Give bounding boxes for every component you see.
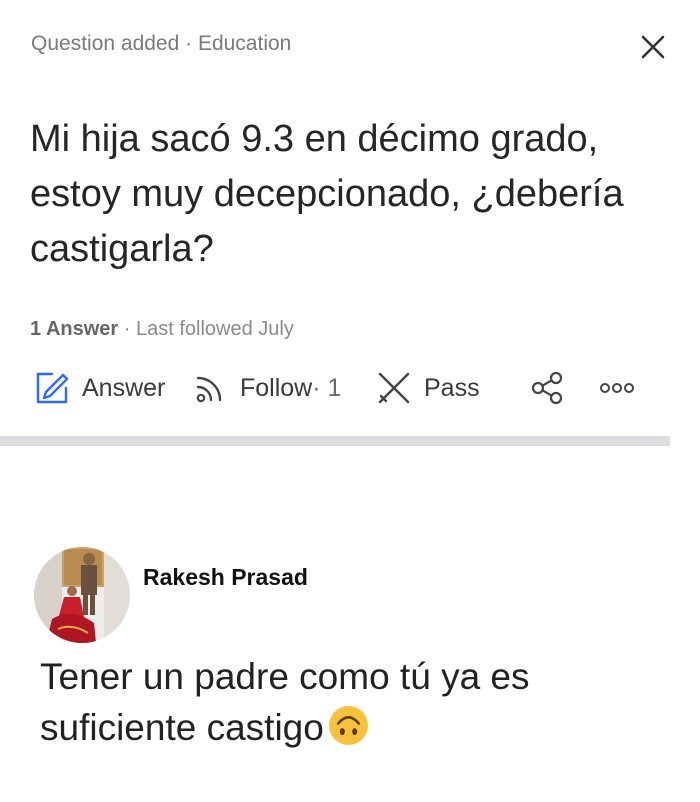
author-name[interactable]: Rakesh Prasad <box>143 564 308 591</box>
action-bar: Answer Follow · 1 Pass <box>0 364 700 412</box>
follow-rss-icon <box>196 376 222 403</box>
answer-card: Rakesh Prasad Tener un padre como tú ya … <box>0 446 700 802</box>
share-icon <box>531 371 563 405</box>
follow-button[interactable]: Follow · 1 <box>192 364 341 412</box>
answer-label: Answer <box>82 373 166 402</box>
answer-button[interactable]: Answer <box>34 364 165 412</box>
author-avatar[interactable] <box>34 547 130 643</box>
section-divider <box>0 436 670 446</box>
more-icon <box>600 383 634 393</box>
question-stats: 1 Answer · Last followed July <box>30 318 294 341</box>
pass-button[interactable]: Pass <box>376 364 480 412</box>
follow-count: · 1 <box>312 373 342 402</box>
share-button[interactable] <box>529 364 565 412</box>
follow-label: Follow <box>240 373 313 402</box>
answer-pen-icon <box>36 372 69 404</box>
avatar-photo-icon <box>34 547 130 643</box>
question-card: Question added · Education Mi hija sacó … <box>0 0 700 436</box>
pass-label: Pass <box>424 373 480 402</box>
upside-down-face-emoji-icon <box>328 705 369 746</box>
question-title[interactable]: Mi hija sacó 9.3 en décimo grado, estoy … <box>30 112 680 277</box>
answers-count[interactable]: 1 Answer <box>30 318 118 340</box>
more-button[interactable] <box>598 364 638 412</box>
answer-text: Tener un padre como tú ya es suficiente … <box>40 651 680 753</box>
last-followed: · Last followed July <box>118 318 294 340</box>
pass-x-icon <box>378 372 410 404</box>
question-meta: Question added · Education <box>31 32 292 55</box>
close-icon <box>641 35 665 59</box>
close-button[interactable] <box>636 30 670 64</box>
answer-body: Tener un padre como tú ya es suficiente … <box>40 656 530 748</box>
